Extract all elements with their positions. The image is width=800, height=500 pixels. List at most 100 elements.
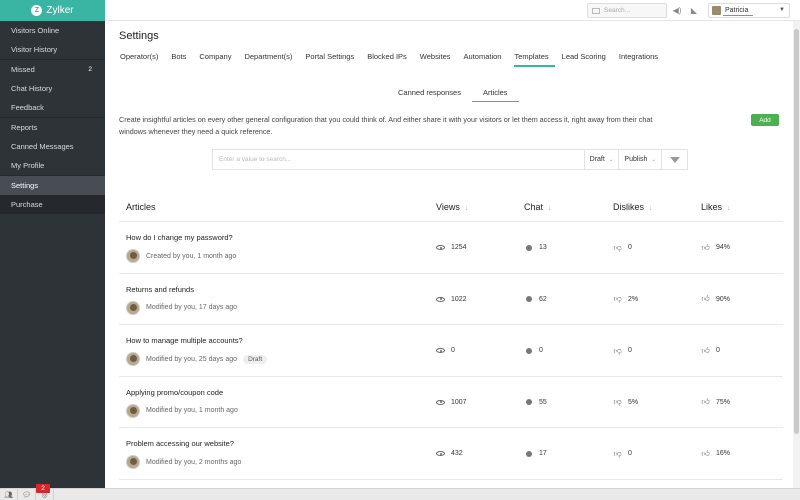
views-cell: 0 bbox=[436, 325, 455, 377]
sidebar-item-chat-history[interactable]: Chat History bbox=[0, 79, 105, 98]
user-status-dropdown[interactable]: Patricia ▼ bbox=[708, 3, 790, 18]
brand-logo-icon: Z bbox=[31, 5, 43, 16]
tab-websites[interactable]: Websites bbox=[420, 52, 457, 67]
tab-blocked-ips[interactable]: Blocked IPs bbox=[367, 52, 413, 67]
article-title[interactable]: Returns and refunds bbox=[126, 285, 194, 294]
article-title[interactable]: Problem accessing our website? bbox=[126, 439, 234, 448]
likes-value: 90% bbox=[716, 295, 731, 303]
header-label: Articles bbox=[126, 202, 156, 212]
table-row[interactable]: Problem accessing our website? Modified … bbox=[119, 428, 783, 480]
sidebar-item-my-profile[interactable]: My Profile bbox=[0, 156, 105, 175]
article-filter-bar: Enter a value to search... Draft ⌄ Publis… bbox=[212, 149, 688, 170]
header-views[interactable]: Views ↓ bbox=[436, 202, 468, 212]
add-article-button[interactable]: Add bbox=[751, 114, 779, 126]
page-scrollbar[interactable] bbox=[793, 21, 800, 488]
chat-bubble-icon bbox=[524, 450, 533, 457]
tab-operators[interactable]: Operator(s) bbox=[120, 52, 164, 67]
subtab-articles[interactable]: Articles bbox=[471, 88, 519, 102]
status-filter-dropdown[interactable]: Draft ⌄ bbox=[583, 149, 619, 170]
sort-arrow-icon: ↓ bbox=[649, 205, 653, 212]
thumbs-down-icon: 👎︎ bbox=[613, 242, 622, 252]
header-label: Views bbox=[436, 202, 460, 212]
sidebar-item-purchase[interactable]: Purchase bbox=[0, 195, 105, 214]
tab-lead-scoring[interactable]: Lead Scoring bbox=[562, 52, 612, 67]
thumbs-up-icon: 👍︎ bbox=[701, 448, 710, 458]
tab-bots[interactable]: Bots bbox=[171, 52, 192, 67]
sidebar-item-feedback[interactable]: Feedback bbox=[0, 98, 105, 117]
sound-icon[interactable]: ◀) bbox=[672, 5, 682, 15]
sidebar-item-label: Feedback bbox=[11, 103, 44, 112]
article-meta: Created by you, 1 month ago bbox=[126, 249, 236, 263]
chevron-down-icon: ▼ bbox=[779, 7, 785, 13]
header-dislikes[interactable]: Dislikes ↓ bbox=[613, 202, 653, 212]
brand[interactable]: Z Zylker bbox=[0, 0, 105, 21]
missed-count-badge: 2 bbox=[88, 66, 92, 73]
keyboard-icon bbox=[592, 7, 600, 14]
chat-value: 17 bbox=[539, 450, 547, 458]
publish-filter-value: Publish bbox=[624, 156, 648, 163]
header-chat[interactable]: Chat ↓ bbox=[524, 202, 552, 212]
tab-portal-settings[interactable]: Portal Settings bbox=[305, 52, 360, 67]
article-modified: Created by you, 1 month ago bbox=[146, 252, 237, 260]
search-input[interactable]: Search... bbox=[587, 3, 667, 18]
settings-tabs: Operator(s) Bots Company Department(s) P… bbox=[120, 52, 671, 67]
scrollbar-thumb[interactable] bbox=[794, 29, 799, 434]
thumbs-up-icon: 👍︎ bbox=[701, 397, 710, 407]
views-value: 1022 bbox=[451, 295, 467, 303]
eye-icon bbox=[436, 296, 445, 302]
sidebar-item-visitors-online[interactable]: Visitors Online bbox=[0, 21, 105, 40]
bottom-status-bar: 👥︎ 💬︎ ◎ 2 bbox=[0, 484, 800, 500]
likes-cell: 👍︎ 75% bbox=[701, 377, 730, 429]
notification-icon[interactable]: ◣ bbox=[689, 5, 699, 15]
sidebar-item-visitor-history[interactable]: Visitor History bbox=[0, 40, 105, 59]
views-value: 0 bbox=[451, 347, 455, 355]
tab-templates[interactable]: Templates bbox=[514, 52, 555, 67]
header-likes[interactable]: Likes ↓ bbox=[701, 202, 731, 212]
main-content: Settings Operator(s) Bots Company Depart… bbox=[105, 21, 800, 488]
article-modified: Modified by you, 1 month ago bbox=[146, 407, 238, 414]
tab-company[interactable]: Company bbox=[199, 52, 237, 67]
table-row[interactable]: Applying promo/coupon code Modified by y… bbox=[119, 377, 783, 429]
eye-icon bbox=[436, 348, 445, 354]
publish-filter-dropdown[interactable]: Publish ⌄ bbox=[618, 149, 661, 170]
author-avatar bbox=[126, 300, 140, 315]
sidebar-item-settings[interactable]: Settings bbox=[0, 176, 105, 195]
tab-departments[interactable]: Department(s) bbox=[244, 52, 298, 67]
filter-button[interactable] bbox=[661, 149, 687, 170]
chat-bubble-icon bbox=[524, 244, 533, 251]
chat-value: 55 bbox=[539, 398, 547, 406]
header-articles: Articles bbox=[126, 202, 156, 212]
table-row[interactable]: Returns and refunds Modified by you, 17 … bbox=[119, 274, 783, 325]
author-avatar bbox=[126, 249, 140, 263]
article-title[interactable]: Applying promo/coupon code bbox=[126, 388, 223, 397]
visitors-icon[interactable]: 👥︎ bbox=[0, 489, 18, 500]
table-row[interactable]: How do I change my password? Created by … bbox=[119, 222, 783, 274]
page-title: Settings bbox=[119, 30, 159, 42]
chat-cell: 55 bbox=[524, 377, 547, 429]
sidebar-item-label: Visitor History bbox=[11, 45, 58, 54]
chat-bubble-icon bbox=[524, 399, 533, 406]
table-row[interactable]: How to manage multiple accounts? Modifie… bbox=[119, 325, 783, 377]
article-meta: Modified by you, 1 month ago bbox=[126, 403, 238, 418]
author-avatar bbox=[126, 403, 140, 418]
sidebar-item-missed[interactable]: Missed 2 bbox=[0, 60, 105, 79]
tab-automation[interactable]: Automation bbox=[464, 52, 508, 67]
subtab-canned-responses[interactable]: Canned responses bbox=[387, 88, 472, 102]
views-value: 1254 bbox=[451, 244, 467, 252]
sidebar: Z Zylker Visitors Online Visitor History… bbox=[0, 0, 105, 488]
likes-value: 16% bbox=[716, 450, 731, 458]
status-indicator bbox=[723, 15, 753, 16]
likes-cell: 👍︎ 0 bbox=[701, 325, 720, 377]
article-title[interactable]: How do I change my password? bbox=[126, 233, 233, 242]
tab-integrations[interactable]: Integrations bbox=[619, 52, 664, 67]
chats-icon[interactable]: 💬︎ bbox=[18, 489, 36, 500]
dislikes-value: 2% bbox=[628, 295, 639, 303]
sidebar-item-reports[interactable]: Reports bbox=[0, 118, 105, 137]
article-search-input[interactable]: Enter a value to search... bbox=[213, 156, 584, 163]
sidebar-item-label: Missed bbox=[11, 65, 35, 74]
sidebar-item-canned-messages[interactable]: Canned Messages bbox=[0, 137, 105, 156]
dislikes-value: 5% bbox=[628, 398, 639, 406]
dislikes-value: 0 bbox=[628, 347, 632, 355]
chat-value: 62 bbox=[539, 295, 547, 303]
article-title[interactable]: How to manage multiple accounts? bbox=[126, 336, 243, 345]
